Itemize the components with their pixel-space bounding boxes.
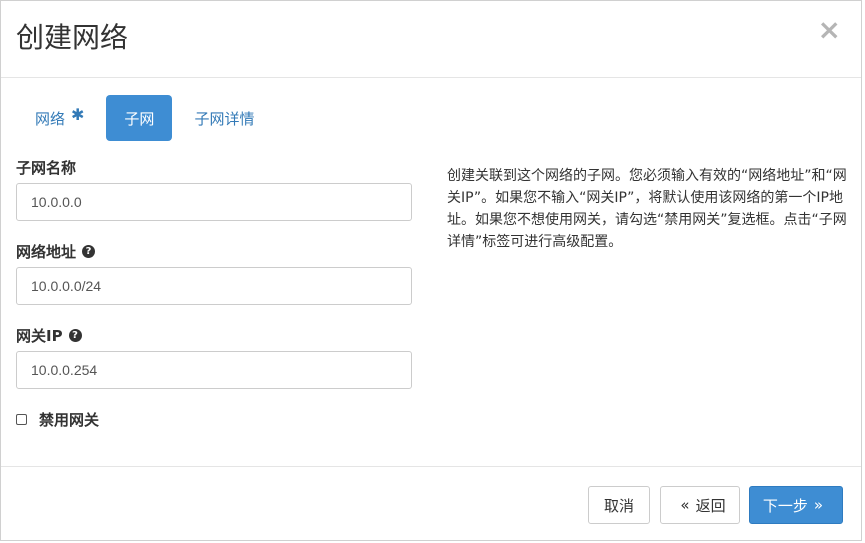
gateway-ip-label: 网关IP ?: [16, 325, 412, 345]
required-asterisk-icon: ✱: [71, 105, 85, 124]
tab-network-label: 网络: [35, 109, 66, 128]
subnet-name-group: 子网名称: [16, 157, 412, 221]
wizard-tabs: 网络 ✱ 子网 子网详情: [17, 95, 272, 141]
network-address-input[interactable]: [16, 267, 412, 305]
question-circle-icon[interactable]: ?: [68, 328, 82, 342]
disable-gateway-label: 禁用网关: [39, 411, 100, 429]
subnet-name-input[interactable]: [16, 183, 412, 221]
tab-network[interactable]: 网络 ✱: [17, 95, 102, 141]
gateway-ip-input[interactable]: [16, 351, 412, 389]
cancel-button[interactable]: 取消: [588, 486, 650, 524]
network-address-group: 网络地址 ?: [16, 241, 412, 305]
next-button-label: 下一步: [762, 496, 808, 515]
cancel-button-label: 取消: [603, 496, 634, 515]
modal-footer: 取消 « 返回 下一步 »: [1, 466, 861, 540]
disable-gateway-row[interactable]: 禁用网关: [16, 409, 99, 430]
subnet-help-text: 创建关联到这个网络的子网。您必须输入有效的“网络地址”和“网关IP”。如果您不输…: [447, 168, 847, 250]
gateway-ip-group: 网关IP ?: [16, 325, 412, 389]
tab-subnet-label: 子网: [124, 109, 155, 128]
back-button-label: 返回: [695, 496, 726, 515]
close-icon[interactable]: ×: [818, 15, 841, 45]
create-network-modal: 创建网络 × 网络 ✱ 子网 子网详情 子网名称 网络地址 ?: [0, 0, 862, 541]
tab-subnet-details[interactable]: 子网详情: [176, 95, 272, 141]
modal-header: 创建网络 ×: [1, 1, 861, 78]
double-chevron-right-icon: »: [813, 496, 824, 514]
gateway-ip-label-text: 网关IP: [16, 326, 63, 345]
subnet-name-label: 子网名称: [16, 157, 412, 177]
tab-subnet-details-label: 子网详情: [194, 109, 255, 128]
disable-gateway-checkbox[interactable]: [16, 414, 27, 425]
double-chevron-left-icon: «: [680, 496, 690, 514]
network-address-label: 网络地址 ?: [16, 241, 412, 261]
modal-title: 创建网络: [16, 21, 129, 54]
back-button[interactable]: « 返回: [660, 486, 740, 524]
question-circle-icon[interactable]: ?: [82, 244, 96, 258]
subnet-name-label-text: 子网名称: [16, 158, 77, 177]
network-address-label-text: 网络地址: [16, 242, 77, 261]
next-button[interactable]: 下一步 »: [749, 486, 843, 524]
tab-subnet[interactable]: 子网: [106, 95, 173, 141]
